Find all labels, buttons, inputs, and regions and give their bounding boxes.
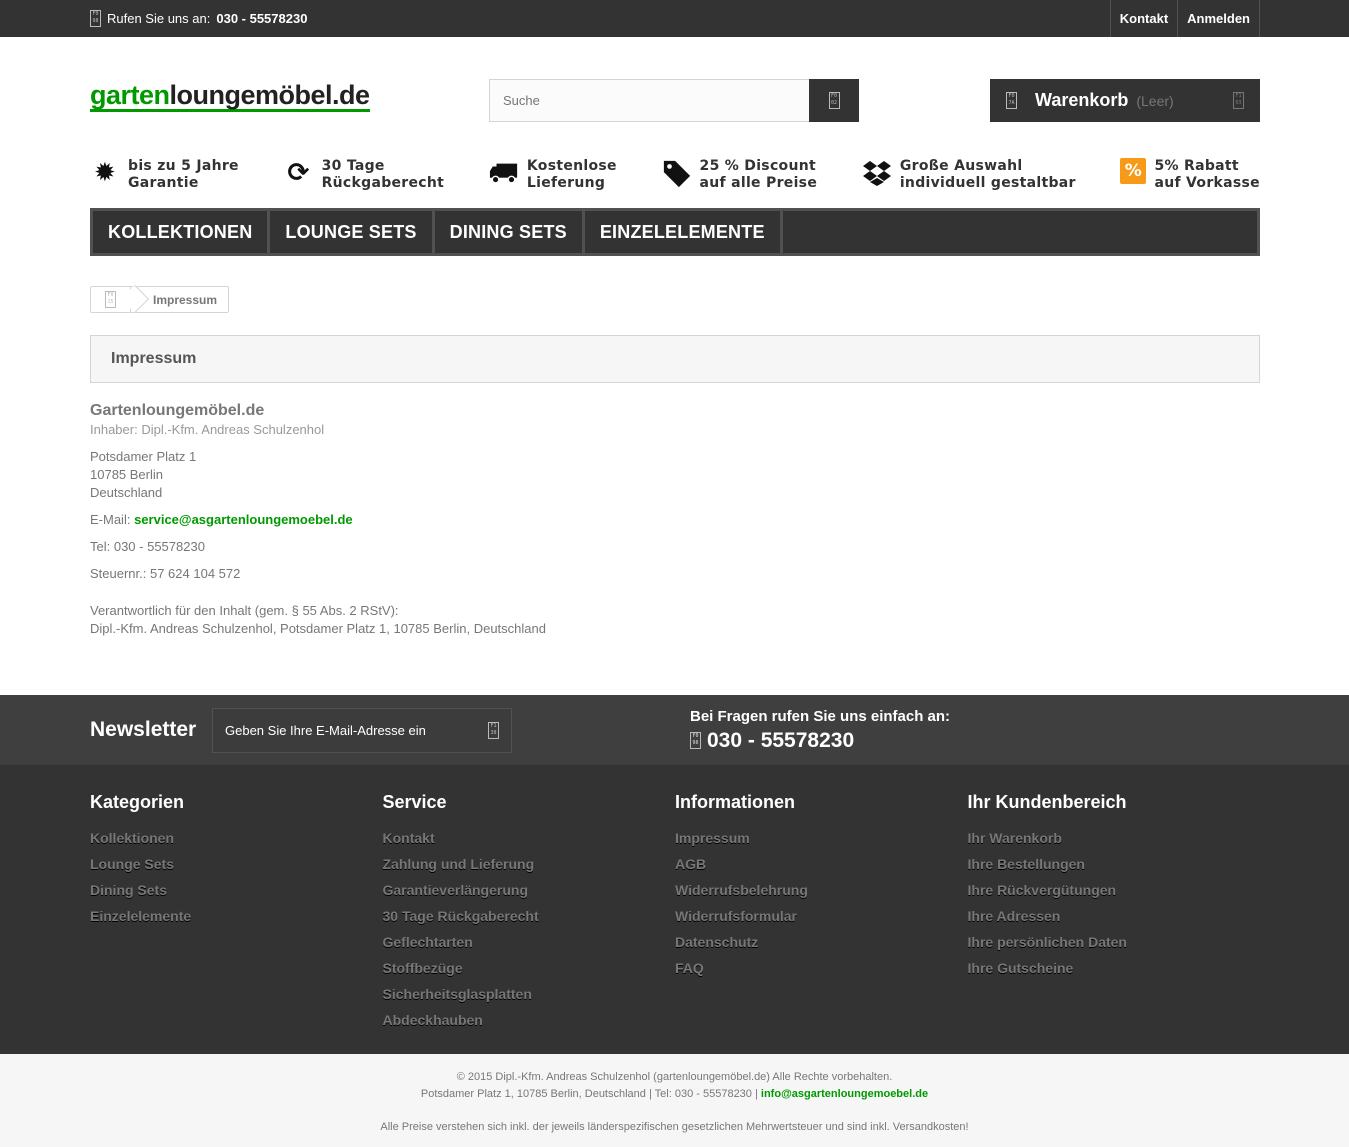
home-icon: F0 15 xyxy=(105,291,116,308)
footer-link[interactable]: AGB xyxy=(675,851,968,877)
footer-link[interactable]: Ihre Gutscheine xyxy=(968,955,1261,981)
newsletter-title: Newsletter xyxy=(90,718,197,741)
footer-link[interactable]: Zahlung und Lieferung xyxy=(383,851,676,877)
search-bar: F002 xyxy=(489,79,859,122)
submit-arrow-icon[interactable]: F1 38 xyxy=(488,721,499,739)
logo[interactable]: gartenloungemöbel.de xyxy=(90,81,370,112)
footer-link[interactable]: 30 Tage Rückgaberecht xyxy=(383,903,676,929)
bottom-email-link[interactable]: info@asgartenloungemoebel.de xyxy=(761,1088,928,1100)
header: gartenloungemöbel.de F002 F07A Warenkorb… xyxy=(90,37,1260,142)
footer-link[interactable]: Widerrufsformular xyxy=(675,903,968,929)
contact-link[interactable]: Kontakt xyxy=(1109,0,1177,37)
footer-link[interactable]: Datenschutz xyxy=(675,929,968,955)
footer-link[interactable]: Kollektionen xyxy=(90,825,383,851)
menu-item-kollektionen[interactable]: KOLLEKTIONEN xyxy=(93,211,271,253)
footer-link[interactable]: Geflechtarten xyxy=(383,929,676,955)
usp-item: ✹ bis zu 5 Jahre Garantie xyxy=(90,158,239,192)
footer-link[interactable]: Stoffbezüge xyxy=(383,955,676,981)
price-note: Alle Preise verstehen sich inkl. der jew… xyxy=(380,1121,969,1133)
footer-link[interactable]: Garantieverlängerung xyxy=(383,877,676,903)
address: Potsdamer Platz 1 10785 Berlin Deutschla… xyxy=(90,449,197,500)
footer-link[interactable]: Lounge Sets xyxy=(90,851,383,877)
usp-item: % 5% Rabatt auf Vorkasse xyxy=(1120,158,1260,192)
footer-link[interactable]: Ihre Bestellungen xyxy=(968,851,1261,877)
dropbox-icon xyxy=(862,158,892,188)
breadcrumb: F0 15 Impressum xyxy=(90,284,230,314)
footer-link[interactable]: Ihre persönlichen Daten xyxy=(968,929,1261,955)
newsletter-input[interactable]: Geben Sie Ihre E-Mail-Adresse ein F1 38 xyxy=(212,707,512,753)
search-input[interactable] xyxy=(489,79,809,122)
email-line: E-Mail: service@asgartenloungemoebel.de xyxy=(90,512,353,527)
footer-link[interactable]: Ihre Adressen xyxy=(968,903,1261,929)
call-phone[interactable]: F0 98 030 - 55578230 xyxy=(690,729,950,753)
usp-item: ⟳ 30 Tage Rückgaberecht xyxy=(284,158,445,192)
call-box: Bei Fragen rufen Sie uns einfach an: F0 9… xyxy=(690,708,950,753)
usp-item: 25 % Discount auf alle Preise xyxy=(662,158,818,192)
footer-link[interactable]: Impressum xyxy=(675,825,968,851)
usp-item: Große Auswahl individuell gestaltbar xyxy=(862,158,1076,192)
footer-link[interactable]: Ihre Rückvergütungen xyxy=(968,877,1261,903)
top-bar: F0 98 Rufen Sie uns an: 030 - 55578230 Ko… xyxy=(0,0,1349,37)
page-title: Impressum xyxy=(90,335,1260,383)
phone-icon: F0 98 xyxy=(90,10,101,27)
footer-link[interactable]: Abdeckhauben xyxy=(383,1007,676,1033)
company-name: Gartenloungemöbel.de xyxy=(90,402,265,419)
footer: Kategorien Kollektionen Lounge Sets Dini… xyxy=(0,765,1349,1054)
tax-line: Steuernr.: 57 624 104 572 xyxy=(90,566,241,581)
badge-icon: ✹ xyxy=(93,157,117,188)
call-question: Bei Fragen rufen Sie uns einfach an: xyxy=(690,707,951,725)
footer-link[interactable]: Einzelelemente xyxy=(90,903,383,929)
footer-link[interactable]: Dining Sets xyxy=(90,877,383,903)
menu-item-lounge-sets[interactable]: LOUNGE SETS xyxy=(270,211,435,253)
impressum-content: Gartenloungemöbel.de Inhaber: Dipl.-Kfm.… xyxy=(90,401,1260,638)
footer-col-kategorien: Kategorien Kollektionen Lounge Sets Dini… xyxy=(90,792,383,1033)
email-link[interactable]: service@asgartenloungemoebel.de xyxy=(134,512,353,527)
bottom-bar: © 2015 Dipl.-Kfm. Andreas Schulzenhol (g… xyxy=(0,1054,1349,1147)
footer-col-kundenbereich: Ihr Kundenbereich Ihr Warenkorb Ihre Bes… xyxy=(968,792,1261,1033)
search-button[interactable]: F0 02 xyxy=(809,79,859,122)
tags-icon xyxy=(662,158,692,188)
tel-line: Tel: 030 - 55578230 xyxy=(90,539,205,554)
cart-button[interactable]: F0 7A Warenkorb (Leer) F1 03 xyxy=(990,79,1260,122)
search-icon: F0 02 xyxy=(828,92,840,109)
cart-status: (Leer) xyxy=(1136,92,1174,109)
call-label: Rufen Sie uns an: xyxy=(107,11,211,26)
cart-title: Warenkorb xyxy=(1035,90,1129,110)
chevron-down-icon: F1 03 xyxy=(1233,92,1244,109)
percent-icon: % xyxy=(1120,158,1147,184)
footer-link[interactable]: Ihr Warenkorb xyxy=(968,825,1261,851)
menu-item-dining-sets[interactable]: DINING SETS xyxy=(435,211,585,253)
truck-icon xyxy=(489,158,519,188)
newsletter-band: Newsletter Geben Sie Ihre E-Mail-Adresse… xyxy=(0,695,1349,765)
phone-icon: F0 98 xyxy=(690,732,701,749)
owner: Inhaber: Dipl.-Kfm. Andreas Schulzenhol xyxy=(90,422,325,437)
menu-item-einzelelemente[interactable]: EINZELELEMENTE xyxy=(585,211,783,253)
footer-link[interactable]: Sicherheitsglasplatten xyxy=(383,981,676,1007)
top-phone-number[interactable]: 030 - 55578230 xyxy=(216,11,307,26)
copyright: © 2015 Dipl.-Kfm. Andreas Schulzenhol (g… xyxy=(456,1071,893,1083)
responsible: Verantwortlich für den Inhalt (gem. § 55… xyxy=(90,603,546,636)
usp-bar: ✹ bis zu 5 Jahre Garantie ⟳ 30 Tage Rückga… xyxy=(90,142,1260,208)
cart-icon: F0 7A xyxy=(1006,92,1017,109)
footer-col-informationen: Informationen Impressum AGB Widerrufsbel… xyxy=(675,792,968,1033)
bottom-address: Potsdamer Platz 1, 10785 Berlin, Deutsch… xyxy=(420,1088,929,1100)
footer-col-service: Service Kontakt Zahlung und Lieferung Ga… xyxy=(383,792,676,1033)
footer-link[interactable]: Widerrufsbelehrung xyxy=(675,877,968,903)
top-links: Kontakt Anmelden xyxy=(1109,0,1260,37)
main-menu: KOLLEKTIONEN LOUNGE SETS DINING SETS EIN… xyxy=(90,208,1260,256)
top-phone: F0 98 Rufen Sie uns an: 030 - 55578230 xyxy=(90,10,307,27)
refresh-icon: ⟳ xyxy=(287,157,310,188)
login-link[interactable]: Anmelden xyxy=(1177,0,1260,37)
usp-item: Kostenlose Lieferung xyxy=(489,158,617,192)
footer-link[interactable]: FAQ xyxy=(675,955,968,981)
footer-link[interactable]: Kontakt xyxy=(383,825,676,851)
